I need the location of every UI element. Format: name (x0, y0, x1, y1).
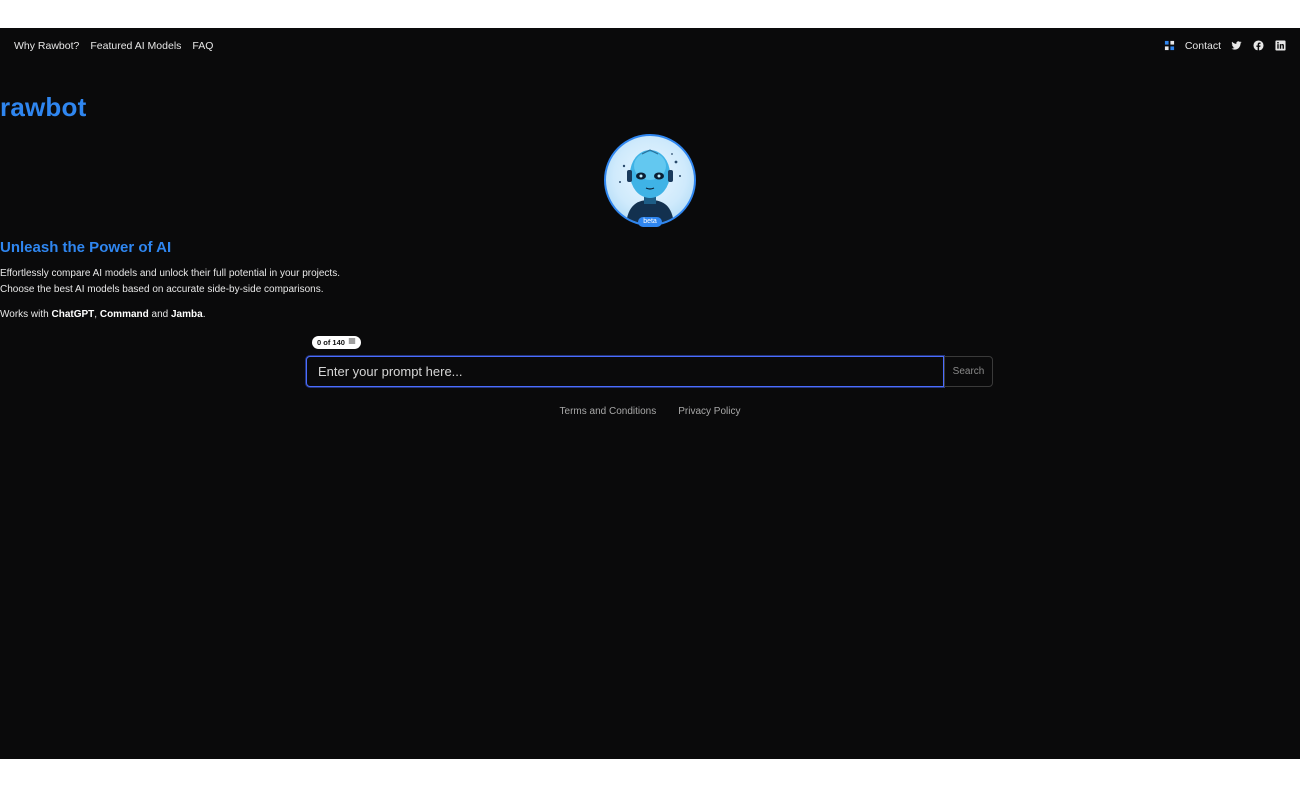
linkedin-icon[interactable] (1274, 39, 1287, 52)
nav-left-links: Why Rawbot? Featured AI Models FAQ (14, 40, 213, 52)
model-counter-badge[interactable]: 0 of 140 (312, 336, 361, 349)
prompt-search-bar: Search (306, 356, 993, 387)
works-prefix: Works with (0, 309, 52, 320)
search-button[interactable]: Search (944, 356, 993, 387)
nav-link-faq[interactable]: FAQ (192, 40, 213, 52)
privacy-link[interactable]: Privacy Policy (678, 406, 740, 417)
nav-link-contact[interactable]: Contact (1185, 40, 1221, 52)
app-container: Why Rawbot? Featured AI Models FAQ Conta… (0, 28, 1300, 759)
nav-link-why-rawbot[interactable]: Why Rawbot? (14, 40, 79, 52)
nav-link-featured-models[interactable]: Featured AI Models (90, 40, 181, 52)
model-chatgpt: ChatGPT (51, 309, 95, 320)
facebook-icon[interactable] (1252, 39, 1265, 52)
works-sep-2: and (148, 309, 171, 320)
theme-toggle-icon[interactable] (1163, 39, 1176, 52)
top-nav: Why Rawbot? Featured AI Models FAQ Conta… (0, 28, 1300, 66)
nav-right-links: Contact (1163, 39, 1287, 52)
model-counter-text: 0 of 140 (317, 338, 345, 347)
prompt-input[interactable] (306, 356, 944, 387)
works-with-text: Works with ChatGPT, Command and Jamba. (0, 309, 1300, 320)
works-suffix: . (202, 309, 206, 320)
list-icon (348, 336, 356, 349)
tagline: Unleash the Power of AI (0, 239, 172, 256)
terms-link[interactable]: Terms and Conditions (560, 406, 657, 417)
footer-links: Terms and Conditions Privacy Policy (0, 406, 1300, 417)
description-line-2: Choose the best AI models based on accur… (0, 284, 324, 295)
beta-badge: beta (638, 217, 662, 227)
description: Effortlessly compare AI models and unloc… (0, 266, 1300, 298)
model-jamba: Jamba (171, 309, 203, 320)
twitter-icon[interactable] (1230, 39, 1243, 52)
model-command: Command (99, 309, 149, 320)
description-line-1: Effortlessly compare AI models and unloc… (0, 268, 340, 279)
robot-avatar (604, 134, 696, 226)
brand-title[interactable]: rawbot (0, 92, 1300, 123)
